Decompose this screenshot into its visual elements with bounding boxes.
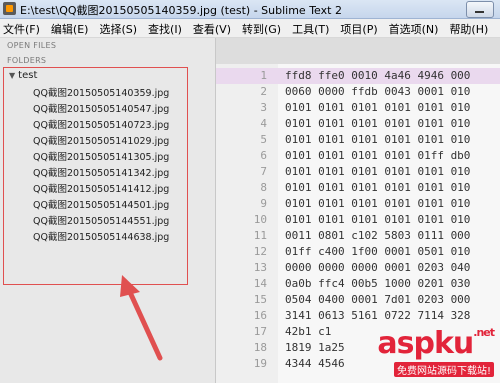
line-text: 0101 0101 0101 0101 0101 010 — [285, 133, 471, 146]
line-number: 2 — [260, 85, 267, 98]
code-line: 12 01ff c400 1f00 0001 0501 010 — [216, 244, 471, 260]
line-number: 13 — [253, 261, 267, 274]
code-line: 5 0101 0101 0101 0101 0101 010 — [216, 132, 470, 148]
watermark-main: asp — [377, 326, 435, 361]
code-line: 2 0060 0000 ffdb 0043 0001 010 — [216, 84, 470, 100]
code-line: 7 0101 0101 0101 0101 0101 010 — [216, 164, 470, 180]
line-number: 12 — [253, 245, 267, 258]
menu-view[interactable]: 查看(V) — [193, 19, 231, 37]
menu-bar: 文件(F) 编辑(E) 选择(S) 查找(I) 查看(V) 转到(G) 工具(T… — [0, 19, 500, 38]
line-number: 10 — [253, 213, 267, 226]
code-line: 8 0101 0101 0101 0101 0101 010 — [216, 180, 470, 196]
title-bar: E:\test\QQ截图20150505140359.jpg (test) - … — [0, 0, 500, 19]
code-line: 1 ffd8 ffe0 0010 4a46 4946 000 — [216, 68, 470, 84]
line-text: 0101 0101 0101 0101 0101 010 — [285, 165, 471, 178]
line-text: 1819 1a25 — [285, 341, 345, 354]
line-number: 7 — [260, 165, 267, 178]
code-line: 14 0a0b ffc4 00b5 1000 0201 030 — [216, 276, 471, 292]
line-number: 1 — [260, 69, 267, 82]
line-text: 01ff c400 1f00 0001 0501 010 — [285, 245, 471, 258]
code-line: 10 0101 0101 0101 0101 0101 010 — [216, 212, 471, 228]
menu-selection[interactable]: 选择(S) — [99, 19, 137, 37]
code-line: 11 0011 0801 c102 5803 0111 000 — [216, 228, 471, 244]
menu-find[interactable]: 查找(I) — [148, 19, 182, 37]
code-line: 3 0101 0101 0101 0101 0101 010 — [216, 100, 470, 116]
minimize-button[interactable] — [466, 1, 494, 18]
menu-goto[interactable]: 转到(G) — [242, 19, 281, 37]
line-number: 17 — [253, 325, 267, 338]
sidebar: OPEN FILES FOLDERS ▼ test QQ截图20150505140… — [0, 38, 216, 383]
code-line: 4 0101 0101 0101 0101 0101 010 — [216, 116, 470, 132]
sublime-app-icon — [3, 2, 16, 15]
line-number: 14 — [253, 277, 267, 290]
line-text: 0101 0101 0101 0101 0101 010 — [285, 197, 471, 210]
tab-bar — [216, 38, 500, 64]
line-text: 0101 0101 0101 0101 0101 010 — [285, 117, 471, 130]
line-text: 0101 0101 0101 0101 01ff db0 — [285, 149, 471, 162]
line-text: 0101 0101 0101 0101 0101 010 — [285, 213, 471, 226]
code-line: 15 0504 0400 0001 7d01 0203 000 — [216, 292, 471, 308]
code-line: 18 1819 1a25 — [216, 340, 345, 356]
menu-preferences[interactable]: 首选项(N) — [389, 19, 439, 37]
line-text: 4344 4546 — [285, 357, 345, 370]
menu-help[interactable]: 帮助(H) — [449, 19, 488, 37]
line-number: 8 — [260, 181, 267, 194]
line-number: 16 — [253, 309, 267, 322]
line-text: 42b1 c1 — [285, 325, 332, 338]
code-line: 16 3141 0613 5161 0722 7114 328 — [216, 308, 471, 324]
code-line: 17 42b1 c1 — [216, 324, 332, 340]
line-number: 18 — [253, 341, 267, 354]
code-line: 9 0101 0101 0101 0101 0101 010 — [216, 196, 470, 212]
menu-project[interactable]: 项目(P) — [340, 19, 377, 37]
line-number: 3 — [260, 101, 267, 114]
line-number: 9 — [260, 197, 267, 210]
line-text: 0101 0101 0101 0101 0101 010 — [285, 181, 471, 194]
line-text: 0011 0801 c102 5803 0111 000 — [285, 229, 471, 242]
red-arrow-annotation — [120, 275, 163, 361]
window-title: E:\test\QQ截图20150505140359.jpg (test) - … — [20, 4, 342, 17]
line-number: 19 — [253, 357, 267, 370]
line-number: 4 — [260, 117, 267, 130]
watermark-subtitle: 免费网站源码下载站! — [393, 362, 494, 377]
line-text: 3141 0613 5161 0722 7114 328 — [285, 309, 471, 322]
line-text: 0504 0400 0001 7d01 0203 000 — [285, 293, 471, 306]
menu-tools[interactable]: 工具(T) — [292, 19, 329, 37]
code-line: 19 4344 4546 — [216, 356, 345, 372]
code-line: 6 0101 0101 0101 0101 01ff db0 — [216, 148, 470, 164]
line-text: 0101 0101 0101 0101 0101 010 — [285, 101, 471, 114]
watermark-logo: aspku.net — [377, 326, 495, 361]
line-number: 15 — [253, 293, 267, 306]
line-text: 0000 0000 0000 0001 0203 040 — [285, 261, 471, 274]
code-line: 13 0000 0000 0000 0001 0203 040 — [216, 260, 471, 276]
line-text: 0a0b ffc4 00b5 1000 0201 030 — [285, 277, 471, 290]
line-text: 0060 0000 ffdb 0043 0001 010 — [285, 85, 471, 98]
menu-edit[interactable]: 编辑(E) — [51, 19, 89, 37]
menu-file[interactable]: 文件(F) — [3, 19, 40, 37]
line-number: 5 — [260, 133, 267, 146]
line-number: 6 — [260, 149, 267, 162]
watermark-dotnet: .net — [473, 326, 495, 339]
watermark-ku: ku — [433, 326, 474, 361]
line-number: 11 — [253, 229, 267, 242]
line-text: ffd8 ffe0 0010 4a46 4946 000 — [285, 69, 471, 82]
